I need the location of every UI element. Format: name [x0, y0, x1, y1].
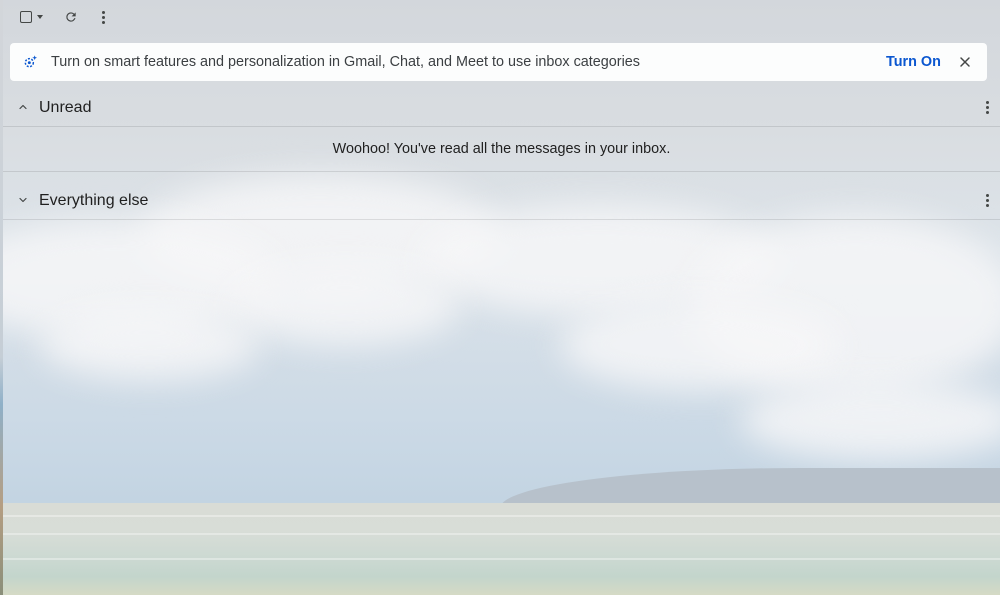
empty-inbox-message: Woohoo! You've read all the messages in …: [3, 127, 1000, 172]
section-title-unread: Unread: [39, 99, 92, 116]
distant-island: [500, 468, 1000, 508]
section-header-unread[interactable]: Unread: [3, 89, 1000, 127]
caret-down-icon[interactable]: [36, 15, 43, 19]
refresh-button[interactable]: [60, 6, 82, 28]
checkbox-icon: [19, 11, 32, 23]
refresh-icon: [66, 12, 76, 22]
inbox-toolbar: [3, 0, 1000, 34]
more-vert-icon[interactable]: [986, 101, 989, 114]
more-vert-icon[interactable]: [986, 194, 989, 207]
more-options-button[interactable]: [92, 6, 114, 28]
turn-on-button[interactable]: Turn On: [886, 43, 941, 81]
banner-message: Turn on smart features and personalizati…: [51, 54, 640, 70]
select-all-checkbox[interactable]: [17, 6, 45, 28]
smart-features-banner: Turn on smart features and personalizati…: [10, 43, 987, 81]
more-vert-icon: [101, 10, 105, 24]
section-header-everything-else[interactable]: Everything else: [3, 182, 1000, 220]
chevron-up-icon[interactable]: [17, 101, 29, 113]
section-title-everything-else: Everything else: [39, 192, 149, 209]
smart-features-sparkle-icon: [24, 55, 38, 68]
ocean: [0, 503, 1000, 595]
close-icon[interactable]: [957, 54, 973, 70]
chevron-down-icon[interactable]: [17, 194, 29, 206]
